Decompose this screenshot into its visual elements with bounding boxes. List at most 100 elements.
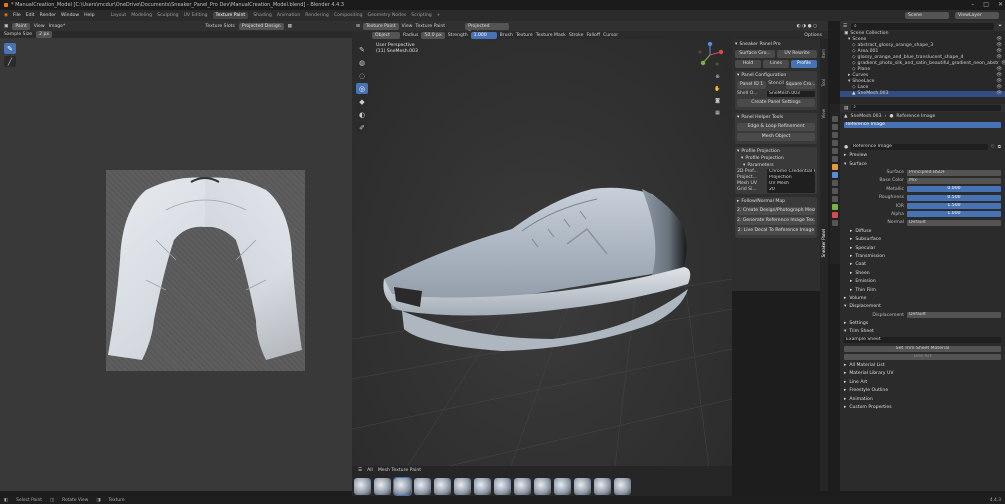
workspace-tab-geometry-nodes[interactable]: Geometry Nodes bbox=[368, 13, 407, 18]
brush-thumbnail[interactable] bbox=[494, 477, 511, 495]
image-selector[interactable]: Projected Design bbox=[238, 22, 284, 30]
shell-field[interactable]: SneMesh.003 bbox=[767, 91, 815, 97]
thin-film-panel[interactable]: ▸ Thin Film bbox=[840, 286, 1005, 294]
scene-selector[interactable]: Scene bbox=[905, 12, 949, 19]
workspace-tab-scripting[interactable]: Scripting bbox=[411, 13, 431, 18]
texture-menu[interactable]: Texture bbox=[516, 33, 533, 38]
roughness-slider[interactable]: 0.500 bbox=[907, 194, 1001, 201]
transmission-panel[interactable]: ▸ Transmission bbox=[840, 252, 1005, 260]
blender-menu-icon[interactable]: ◉ bbox=[4, 13, 8, 18]
object-tab-icon[interactable] bbox=[832, 164, 838, 170]
texture-slot-selector[interactable]: Projected Design bbox=[465, 22, 510, 36]
trim-sheet-selector[interactable]: Example Sheet bbox=[844, 337, 1001, 344]
preview-panel[interactable]: ▸ Preview bbox=[840, 152, 1005, 160]
modifier-tab-icon[interactable] bbox=[832, 172, 838, 178]
custom-panel[interactable]: ▸ Freestyle Outline bbox=[840, 387, 1005, 395]
texture-tab-icon[interactable] bbox=[832, 220, 838, 226]
brush-thumbnail[interactable] bbox=[454, 477, 471, 495]
emission-panel[interactable]: ▸ Emission bbox=[840, 277, 1005, 285]
brush-thumbnail[interactable] bbox=[474, 477, 491, 495]
tool-tab-icon[interactable] bbox=[832, 116, 838, 122]
menu-edit[interactable]: Edit bbox=[26, 13, 35, 18]
custom-panel[interactable]: ▸ All Material List bbox=[840, 361, 1005, 369]
minimize-icon[interactable]: – bbox=[971, 1, 974, 8]
brush-thumbnail[interactable] bbox=[514, 477, 531, 495]
menu-view[interactable]: View bbox=[34, 24, 45, 29]
workspace-tab-texture-paint[interactable]: Texture Paint bbox=[212, 12, 249, 19]
clone-icon[interactable]: ◎ bbox=[356, 83, 368, 94]
texture-mask-menu[interactable]: Texture Mask bbox=[536, 33, 566, 38]
zoom-icon[interactable]: ⊕ bbox=[713, 72, 722, 81]
strength-field[interactable]: 1.000 bbox=[470, 31, 497, 39]
menu-view[interactable]: View bbox=[402, 24, 413, 29]
visibility-eye-icon[interactable]: 👁 bbox=[996, 91, 1005, 97]
normal-field[interactable]: Default bbox=[907, 219, 1001, 226]
outliner-type-icon[interactable]: ☰ bbox=[843, 24, 847, 29]
soften-icon[interactable]: ◍ bbox=[356, 57, 368, 68]
render-tab-icon[interactable] bbox=[832, 124, 838, 130]
surface-shader-field[interactable]: Principled BSDF bbox=[907, 169, 1001, 176]
constraints-tab-icon[interactable] bbox=[832, 196, 838, 202]
menu-texture-paint[interactable]: Texture Paint bbox=[415, 24, 445, 29]
workspace-tab-shading[interactable]: Shading bbox=[253, 13, 272, 18]
stencil-selector[interactable]: Square Cro... bbox=[785, 81, 816, 89]
workspace-tab-sculpting[interactable]: Sculpting bbox=[157, 13, 178, 18]
particles-tab-icon[interactable] bbox=[832, 180, 838, 186]
edge-loop-refinement-button[interactable]: Edge & Loop Refinement bbox=[737, 123, 815, 131]
sample-size-field[interactable]: 2 px bbox=[36, 31, 53, 38]
image-editor-mode[interactable]: Paint bbox=[12, 22, 30, 30]
material-slot-item[interactable]: Reference Image bbox=[844, 121, 1001, 128]
output-tab-icon[interactable] bbox=[832, 132, 838, 138]
navigation-gizmo[interactable] bbox=[697, 41, 724, 68]
viewport-3d[interactable] bbox=[352, 39, 732, 491]
filter-icon[interactable]: ⏷ bbox=[998, 23, 1002, 29]
material-tab-icon[interactable] bbox=[832, 212, 838, 218]
shading-mode-icons[interactable]: ◐ ◑ ● ○ bbox=[797, 24, 817, 29]
falloff-menu[interactable]: Falloff bbox=[586, 33, 600, 38]
diffuse-panel[interactable]: ▸ Diffuse bbox=[840, 227, 1005, 235]
settings-panel[interactable]: ▸ Settings bbox=[840, 319, 1005, 327]
editor-type-icon[interactable]: ▣ bbox=[4, 24, 8, 29]
sheen-panel[interactable]: ▸ Sheen bbox=[840, 269, 1005, 277]
param-value[interactable]: 20 bbox=[767, 187, 815, 193]
brush-thumbnail[interactable] bbox=[554, 477, 571, 495]
lines-button[interactable]: Lines bbox=[763, 60, 789, 68]
physics-tab-icon[interactable] bbox=[832, 188, 838, 194]
metallic-slider[interactable]: 0.000 bbox=[907, 186, 1001, 193]
stroke-menu[interactable]: Stroke bbox=[569, 33, 584, 38]
generate-reference-button[interactable]: 2. Generate Reference Image Tex... bbox=[737, 217, 815, 225]
annotate-icon[interactable]: ✐ bbox=[356, 122, 368, 133]
custom-panel[interactable]: ▸ Custom Properties bbox=[840, 403, 1005, 411]
brush-icon[interactable]: ✎ bbox=[4, 43, 16, 54]
menu-render[interactable]: Render bbox=[40, 13, 56, 18]
properties-search-icon[interactable]: ⌕ bbox=[851, 105, 1001, 112]
menu-help[interactable]: Help bbox=[84, 13, 94, 18]
coat-panel[interactable]: ▸ Coat bbox=[840, 261, 1005, 269]
profile-button[interactable]: Profile bbox=[791, 60, 817, 68]
workspace-tab-compositing[interactable]: Compositing bbox=[334, 13, 363, 18]
close-icon[interactable]: ✕ bbox=[998, 1, 1003, 8]
mesh-object-button[interactable]: Mesh Object bbox=[737, 133, 815, 141]
brush-thumbnail[interactable] bbox=[374, 477, 391, 495]
ior-slider[interactable]: 1.500 bbox=[907, 203, 1001, 210]
specular-panel[interactable]: ▸ Specular bbox=[840, 244, 1005, 252]
camera-icon[interactable]: ◙ bbox=[713, 96, 722, 105]
pan-hand-icon[interactable]: ✋ bbox=[713, 84, 722, 93]
fake-user-icon[interactable]: ♡ bbox=[991, 145, 995, 150]
viewport-mode-selector[interactable]: Texture Paint bbox=[362, 22, 399, 30]
menu-window[interactable]: Window bbox=[61, 13, 79, 18]
maximize-icon[interactable]: □ bbox=[983, 1, 989, 8]
custom-panel[interactable]: ▸ Line Art bbox=[840, 378, 1005, 386]
line-art-button[interactable]: Line Art bbox=[844, 354, 1001, 361]
grid-icon[interactable]: ▦ bbox=[713, 108, 722, 117]
asset-tab-all[interactable]: All bbox=[367, 468, 373, 473]
scene-tab-icon[interactable] bbox=[832, 148, 838, 154]
trim-sheet-panel[interactable]: ▾ Trim Sheet bbox=[840, 328, 1005, 336]
panel-id-field[interactable]: Panel ID 1 bbox=[737, 81, 767, 89]
brush-thumbnail[interactable] bbox=[614, 477, 631, 495]
options-menu[interactable]: Options bbox=[804, 33, 828, 38]
smear-icon[interactable]: ◌ bbox=[356, 70, 368, 81]
outliner-row-selected[interactable]: ▲ SneMesh.003 👁 bbox=[840, 91, 1005, 97]
brush-thumbnail[interactable] bbox=[434, 477, 451, 495]
base-color-field[interactable]: Mix bbox=[907, 177, 1001, 184]
